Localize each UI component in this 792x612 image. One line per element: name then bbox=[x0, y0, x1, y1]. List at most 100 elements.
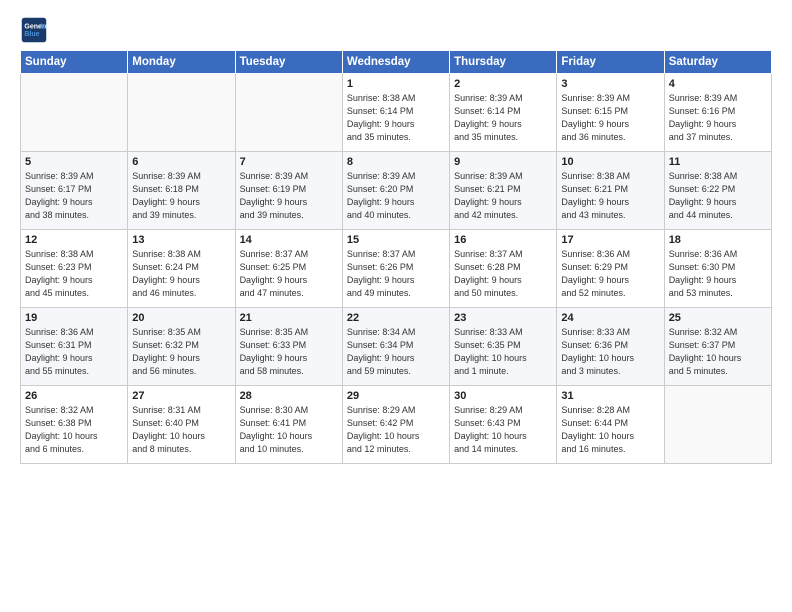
week-row-3: 12 Sunrise: 8:38 AM Sunset: 6:23 PM Dayli… bbox=[21, 230, 772, 308]
day-info: Sunrise: 8:39 AM Sunset: 6:16 PM Dayligh… bbox=[669, 92, 767, 144]
calendar-cell: 6 Sunrise: 8:39 AM Sunset: 6:18 PM Daylig… bbox=[128, 152, 235, 230]
day-number: 9 bbox=[454, 156, 552, 168]
calendar-cell: 23 Sunrise: 8:33 AM Sunset: 6:35 PM Dayli… bbox=[450, 308, 557, 386]
weekday-header-thursday: Thursday bbox=[450, 51, 557, 74]
day-number: 16 bbox=[454, 234, 552, 246]
day-number: 26 bbox=[25, 390, 123, 402]
day-number: 29 bbox=[347, 390, 445, 402]
day-info: Sunrise: 8:33 AM Sunset: 6:36 PM Dayligh… bbox=[561, 326, 659, 378]
logo-icon: General Blue bbox=[20, 16, 48, 44]
day-number: 19 bbox=[25, 312, 123, 324]
day-number: 2 bbox=[454, 78, 552, 90]
day-info: Sunrise: 8:37 AM Sunset: 6:26 PM Dayligh… bbox=[347, 248, 445, 300]
day-number: 28 bbox=[240, 390, 338, 402]
svg-text:Blue: Blue bbox=[24, 31, 39, 38]
weekday-header-friday: Friday bbox=[557, 51, 664, 74]
day-info: Sunrise: 8:39 AM Sunset: 6:15 PM Dayligh… bbox=[561, 92, 659, 144]
calendar-cell bbox=[235, 74, 342, 152]
day-info: Sunrise: 8:38 AM Sunset: 6:22 PM Dayligh… bbox=[669, 170, 767, 222]
day-number: 20 bbox=[132, 312, 230, 324]
calendar-cell: 4 Sunrise: 8:39 AM Sunset: 6:16 PM Daylig… bbox=[664, 74, 771, 152]
calendar-cell: 12 Sunrise: 8:38 AM Sunset: 6:23 PM Dayli… bbox=[21, 230, 128, 308]
day-info: Sunrise: 8:39 AM Sunset: 6:18 PM Dayligh… bbox=[132, 170, 230, 222]
day-number: 27 bbox=[132, 390, 230, 402]
day-info: Sunrise: 8:34 AM Sunset: 6:34 PM Dayligh… bbox=[347, 326, 445, 378]
calendar-cell: 18 Sunrise: 8:36 AM Sunset: 6:30 PM Dayli… bbox=[664, 230, 771, 308]
calendar-cell: 11 Sunrise: 8:38 AM Sunset: 6:22 PM Dayli… bbox=[664, 152, 771, 230]
logo: General Blue bbox=[20, 16, 52, 44]
day-info: Sunrise: 8:38 AM Sunset: 6:14 PM Dayligh… bbox=[347, 92, 445, 144]
week-row-1: 1 Sunrise: 8:38 AM Sunset: 6:14 PM Daylig… bbox=[21, 74, 772, 152]
day-number: 8 bbox=[347, 156, 445, 168]
calendar-table: SundayMondayTuesdayWednesdayThursdayFrid… bbox=[20, 50, 772, 464]
weekday-header-wednesday: Wednesday bbox=[342, 51, 449, 74]
week-row-2: 5Sunrise: 8:39 AM Sunset: 6:17 PM Daylig… bbox=[21, 152, 772, 230]
day-info: Sunrise: 8:36 AM Sunset: 6:31 PM Dayligh… bbox=[25, 326, 123, 378]
day-number: 1 bbox=[347, 78, 445, 90]
week-row-5: 26 Sunrise: 8:32 AM Sunset: 6:38 PM Dayli… bbox=[21, 386, 772, 464]
calendar-cell bbox=[128, 74, 235, 152]
day-number: 21 bbox=[240, 312, 338, 324]
day-number: 13 bbox=[132, 234, 230, 246]
day-number: 30 bbox=[454, 390, 552, 402]
calendar-cell: 8 Sunrise: 8:39 AM Sunset: 6:20 PM Daylig… bbox=[342, 152, 449, 230]
day-number: 14 bbox=[240, 234, 338, 246]
calendar-cell: 19 Sunrise: 8:36 AM Sunset: 6:31 PM Dayli… bbox=[21, 308, 128, 386]
calendar-cell: 2 Sunrise: 8:39 AM Sunset: 6:14 PM Daylig… bbox=[450, 74, 557, 152]
day-number: 17 bbox=[561, 234, 659, 246]
day-info: Sunrise: 8:37 AM Sunset: 6:25 PM Dayligh… bbox=[240, 248, 338, 300]
calendar-cell: 17 Sunrise: 8:36 AM Sunset: 6:29 PM Dayli… bbox=[557, 230, 664, 308]
calendar-cell: 7 Sunrise: 8:39 AM Sunset: 6:19 PM Daylig… bbox=[235, 152, 342, 230]
calendar-cell: 25Sunrise: 8:32 AM Sunset: 6:37 PM Dayli… bbox=[664, 308, 771, 386]
calendar-cell: 10Sunrise: 8:38 AM Sunset: 6:21 PM Dayli… bbox=[557, 152, 664, 230]
calendar-cell: 1 Sunrise: 8:38 AM Sunset: 6:14 PM Daylig… bbox=[342, 74, 449, 152]
week-row-4: 19 Sunrise: 8:36 AM Sunset: 6:31 PM Dayli… bbox=[21, 308, 772, 386]
calendar-cell bbox=[21, 74, 128, 152]
day-number: 24 bbox=[561, 312, 659, 324]
day-info: Sunrise: 8:29 AM Sunset: 6:43 PM Dayligh… bbox=[454, 404, 552, 456]
calendar-cell: 3 Sunrise: 8:39 AM Sunset: 6:15 PM Daylig… bbox=[557, 74, 664, 152]
day-number: 6 bbox=[132, 156, 230, 168]
calendar-cell bbox=[664, 386, 771, 464]
day-number: 4 bbox=[669, 78, 767, 90]
weekday-header-saturday: Saturday bbox=[664, 51, 771, 74]
day-info: Sunrise: 8:36 AM Sunset: 6:29 PM Dayligh… bbox=[561, 248, 659, 300]
calendar-cell: 20Sunrise: 8:35 AM Sunset: 6:32 PM Dayli… bbox=[128, 308, 235, 386]
day-info: Sunrise: 8:38 AM Sunset: 6:23 PM Dayligh… bbox=[25, 248, 123, 300]
day-number: 23 bbox=[454, 312, 552, 324]
day-number: 15 bbox=[347, 234, 445, 246]
day-info: Sunrise: 8:36 AM Sunset: 6:30 PM Dayligh… bbox=[669, 248, 767, 300]
day-number: 3 bbox=[561, 78, 659, 90]
day-number: 18 bbox=[669, 234, 767, 246]
calendar-cell: 15 Sunrise: 8:37 AM Sunset: 6:26 PM Dayli… bbox=[342, 230, 449, 308]
day-info: Sunrise: 8:33 AM Sunset: 6:35 PM Dayligh… bbox=[454, 326, 552, 378]
day-number: 22 bbox=[347, 312, 445, 324]
day-info: Sunrise: 8:39 AM Sunset: 6:19 PM Dayligh… bbox=[240, 170, 338, 222]
calendar-cell: 26 Sunrise: 8:32 AM Sunset: 6:38 PM Dayli… bbox=[21, 386, 128, 464]
day-info: Sunrise: 8:39 AM Sunset: 6:14 PM Dayligh… bbox=[454, 92, 552, 144]
calendar-cell: 21 Sunrise: 8:35 AM Sunset: 6:33 PM Dayli… bbox=[235, 308, 342, 386]
day-number: 7 bbox=[240, 156, 338, 168]
weekday-header-monday: Monday bbox=[128, 51, 235, 74]
day-info: Sunrise: 8:38 AM Sunset: 6:21 PM Dayligh… bbox=[561, 170, 659, 222]
day-info: Sunrise: 8:32 AM Sunset: 6:38 PM Dayligh… bbox=[25, 404, 123, 456]
weekday-header-tuesday: Tuesday bbox=[235, 51, 342, 74]
calendar-cell: 27Sunrise: 8:31 AM Sunset: 6:40 PM Dayli… bbox=[128, 386, 235, 464]
weekday-header-sunday: Sunday bbox=[21, 51, 128, 74]
day-number: 31 bbox=[561, 390, 659, 402]
day-number: 12 bbox=[25, 234, 123, 246]
day-info: Sunrise: 8:39 AM Sunset: 6:17 PM Dayligh… bbox=[25, 170, 123, 222]
calendar-container: General Blue SundayMondayTuesdayWednesda… bbox=[0, 0, 792, 612]
calendar-cell: 16 Sunrise: 8:37 AM Sunset: 6:28 PM Dayli… bbox=[450, 230, 557, 308]
day-info: Sunrise: 8:35 AM Sunset: 6:33 PM Dayligh… bbox=[240, 326, 338, 378]
calendar-cell: 29 Sunrise: 8:29 AM Sunset: 6:42 PM Dayli… bbox=[342, 386, 449, 464]
day-info: Sunrise: 8:38 AM Sunset: 6:24 PM Dayligh… bbox=[132, 248, 230, 300]
calendar-cell: 5Sunrise: 8:39 AM Sunset: 6:17 PM Daylig… bbox=[21, 152, 128, 230]
calendar-cell: 9 Sunrise: 8:39 AM Sunset: 6:21 PM Daylig… bbox=[450, 152, 557, 230]
day-number: 11 bbox=[669, 156, 767, 168]
calendar-cell: 22 Sunrise: 8:34 AM Sunset: 6:34 PM Dayli… bbox=[342, 308, 449, 386]
day-info: Sunrise: 8:39 AM Sunset: 6:21 PM Dayligh… bbox=[454, 170, 552, 222]
day-info: Sunrise: 8:39 AM Sunset: 6:20 PM Dayligh… bbox=[347, 170, 445, 222]
day-info: Sunrise: 8:29 AM Sunset: 6:42 PM Dayligh… bbox=[347, 404, 445, 456]
day-info: Sunrise: 8:37 AM Sunset: 6:28 PM Dayligh… bbox=[454, 248, 552, 300]
